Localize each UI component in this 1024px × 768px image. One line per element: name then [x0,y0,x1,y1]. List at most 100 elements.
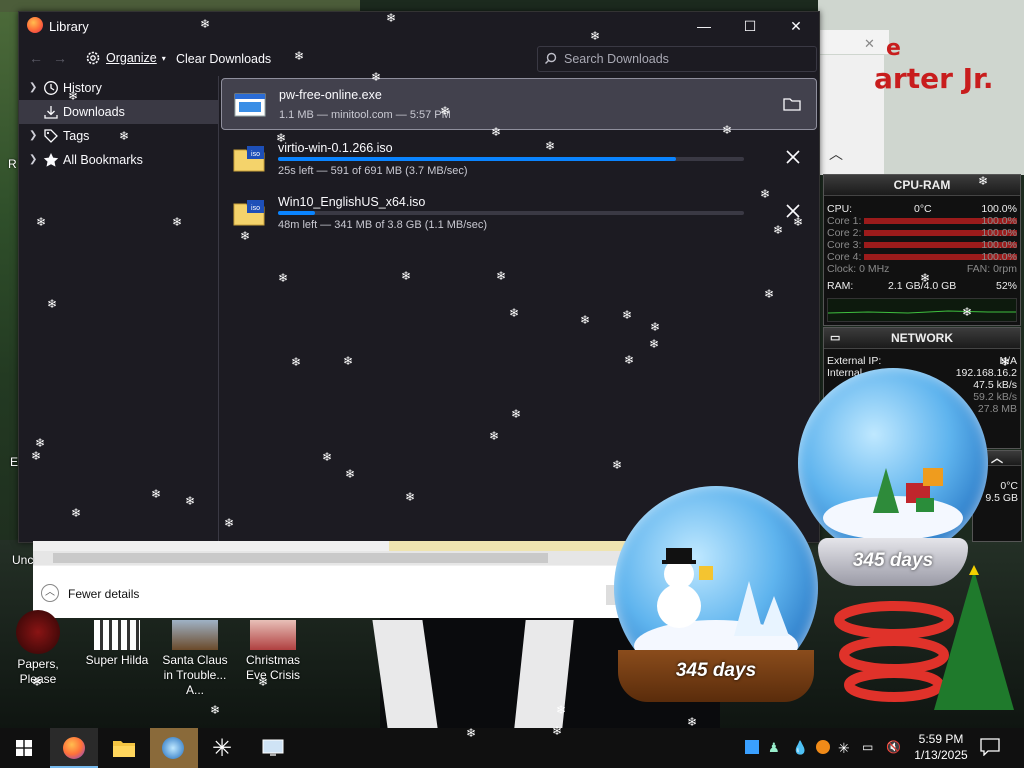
taskbar-firefox[interactable] [50,728,98,768]
search-input[interactable] [562,51,806,67]
tray-user-icon[interactable]: ♟ [768,740,782,755]
chevron-up-icon[interactable]: ︿ [41,584,59,602]
folder-icon[interactable] [782,94,802,114]
download-status: 1.1 MB — minitool.com — 5:57 PM [279,109,451,121]
snowflake-icon: ❄ [773,223,784,237]
sidebar-item-history[interactable]: ❯ History [19,76,218,100]
sys-temp: 0°C [1000,480,1018,492]
snowflake-icon: ❄ [71,506,82,520]
download-item[interactable]: iso Win10_EnglishUS_x64.iso 48m left — 3… [221,186,817,238]
taskbar-snowflake-app[interactable]: ✳ [200,728,248,768]
minimize-button[interactable]: — [681,12,727,40]
taskbar-clock[interactable]: 5:59 PM 1/13/2025 [906,731,976,763]
window-title: Library [49,19,89,34]
tray-drop-icon[interactable]: 💧 [792,740,808,755]
snowflake-icon: ❄ [920,271,931,285]
download-status: 25s left — 591 of 691 MB (3.7 MB/sec) [278,165,468,177]
chevron-right-icon[interactable]: ❯ [29,76,37,100]
chevron-right-icon[interactable]: ❯ [29,124,37,148]
background-window-titlebar[interactable] [818,30,889,54]
christmas-eve-crisis-icon [250,620,296,650]
download-progress-bar [278,157,744,161]
snowflake-icon: ❄ [590,29,601,43]
ram-graph-line [827,310,1016,314]
cpu-row: CPU: 0°C 100.0% [824,203,1020,215]
snowflake-icon: ❄ [552,724,563,738]
snowflake-icon: ❄ [371,70,382,84]
file-explorer-panel: ︿ Fewer details [33,541,683,618]
download-progress-fill [278,157,677,161]
snowflake-icon: ❄ [622,308,633,322]
gear-icon [86,51,100,65]
background-window-text: e [886,36,901,61]
close-button[interactable]: ✕ [773,12,819,40]
snowflake-icon: ❄ [405,490,416,504]
back-arrow-icon[interactable]: ← [29,50,43,66]
volume-muted-icon[interactable]: 🔇 [886,740,901,754]
forward-arrow-icon[interactable]: → [53,50,67,66]
ram-percent: 52% [995,280,1017,292]
sidebar-item-all-bookmarks[interactable]: ❯ All Bookmarks [19,148,218,172]
clock-label: Clock: 0 MHz [827,263,890,275]
fewer-details-button[interactable]: Fewer details [68,587,139,601]
cpu-temp: 0°C [914,203,932,215]
download-progress-fill [278,211,316,215]
tray-snowflake-icon[interactable]: ✳ [838,740,852,756]
snowflake-icon: ❄ [35,436,46,450]
tray-app-icon[interactable] [745,740,759,754]
ram-graph [827,298,1017,322]
close-icon[interactable]: ✕ [864,36,875,52]
snowflake-icon: ❄ [580,313,591,327]
snowglobe-app-icon [162,737,184,759]
snowflake-icon: ❄ [962,305,973,319]
super-hilda-icon [94,620,140,650]
snowflake-icon: ❄ [258,675,269,689]
gadget-title: ▭ NETWORK [824,328,1020,349]
snowflake-icon: ❄ [489,429,500,443]
snowflake-icon: ❄ [294,49,305,63]
cpu-ram-gadget[interactable]: CPU-RAM CPU: 0°C 100.0% Core 1: 100.0% Co… [823,174,1021,326]
download-item[interactable]: iso virtio-win-0.1.266.iso 25s left — 59… [221,132,817,184]
chevron-right-icon[interactable]: ❯ [29,148,37,172]
chevron-up-icon[interactable]: ︿ [829,144,843,164]
snowflake-icon: ❄ [322,450,333,464]
taskbar: ✳ ♟ 💧 ✳ ▭ 🔇 5:59 PM 1/13/2025 [0,728,1024,768]
desktop-icon-super-hilda[interactable]: Super Hilda [79,620,155,668]
scrollbar-thumb[interactable] [53,553,548,563]
clear-downloads-button[interactable]: Clear Downloads [176,52,271,66]
snowflake-icon: ❄ [1000,355,1011,369]
download-status: 48m left — 341 MB of 3.8 GB (1.1 MB/sec) [278,219,488,231]
taskbar-monitor-app[interactable] [250,728,298,768]
library-window: Library — ☐ ✕ ← → Organize ▾ Clear Downl… [18,11,820,543]
desktop-icon-christmas-eve-crisis[interactable]: Christmas Eve Crisis [235,620,311,683]
desktop-icon-label-partial[interactable]: R [0,157,28,172]
search-box[interactable] [537,46,817,72]
snowflake-icon: ❄ [624,353,635,367]
network-icon[interactable]: ▭ [862,740,876,754]
iso-file-icon: iso [233,146,265,172]
library-titlebar[interactable]: Library — ☐ ✕ [19,12,819,40]
start-button[interactable] [0,728,48,768]
snowflake-icon: ❄ [650,320,661,334]
snowflake-icon: ❄ [511,407,522,421]
core-value: 100.0% [981,239,1017,251]
download-filename: Win10_EnglishUS_x64.iso [278,195,426,209]
tray-avast-icon[interactable] [816,740,830,754]
taskbar-snowglobe-app[interactable] [150,728,198,768]
library-toolbar: ← → Organize ▾ Clear Downloads [19,42,819,74]
snowflake-icon: ❄ [978,174,989,188]
organize-button[interactable]: Organize ▾ [85,50,166,66]
snow-globe-right[interactable] [798,368,988,558]
taskbar-file-explorer[interactable] [100,728,148,768]
sidebar-item-downloads[interactable]: Downloads [19,100,218,124]
horizontal-scrollbar[interactable] [33,551,683,565]
desktop-icon-santa-claus-in-trouble[interactable]: Santa Claus in Trouble... A... [157,620,233,698]
desktop-icon-label-partial[interactable]: Unc [0,553,52,568]
notification-icon[interactable] [980,738,1000,756]
monitor-icon: ▭ [830,332,841,344]
core-row: Core 2: 100.0% [824,227,1020,239]
maximize-button[interactable]: ☐ [727,12,773,40]
cancel-icon[interactable] [783,147,803,167]
desktop-icon-label-partial[interactable]: E [0,455,30,470]
exe-file-icon [234,93,266,117]
